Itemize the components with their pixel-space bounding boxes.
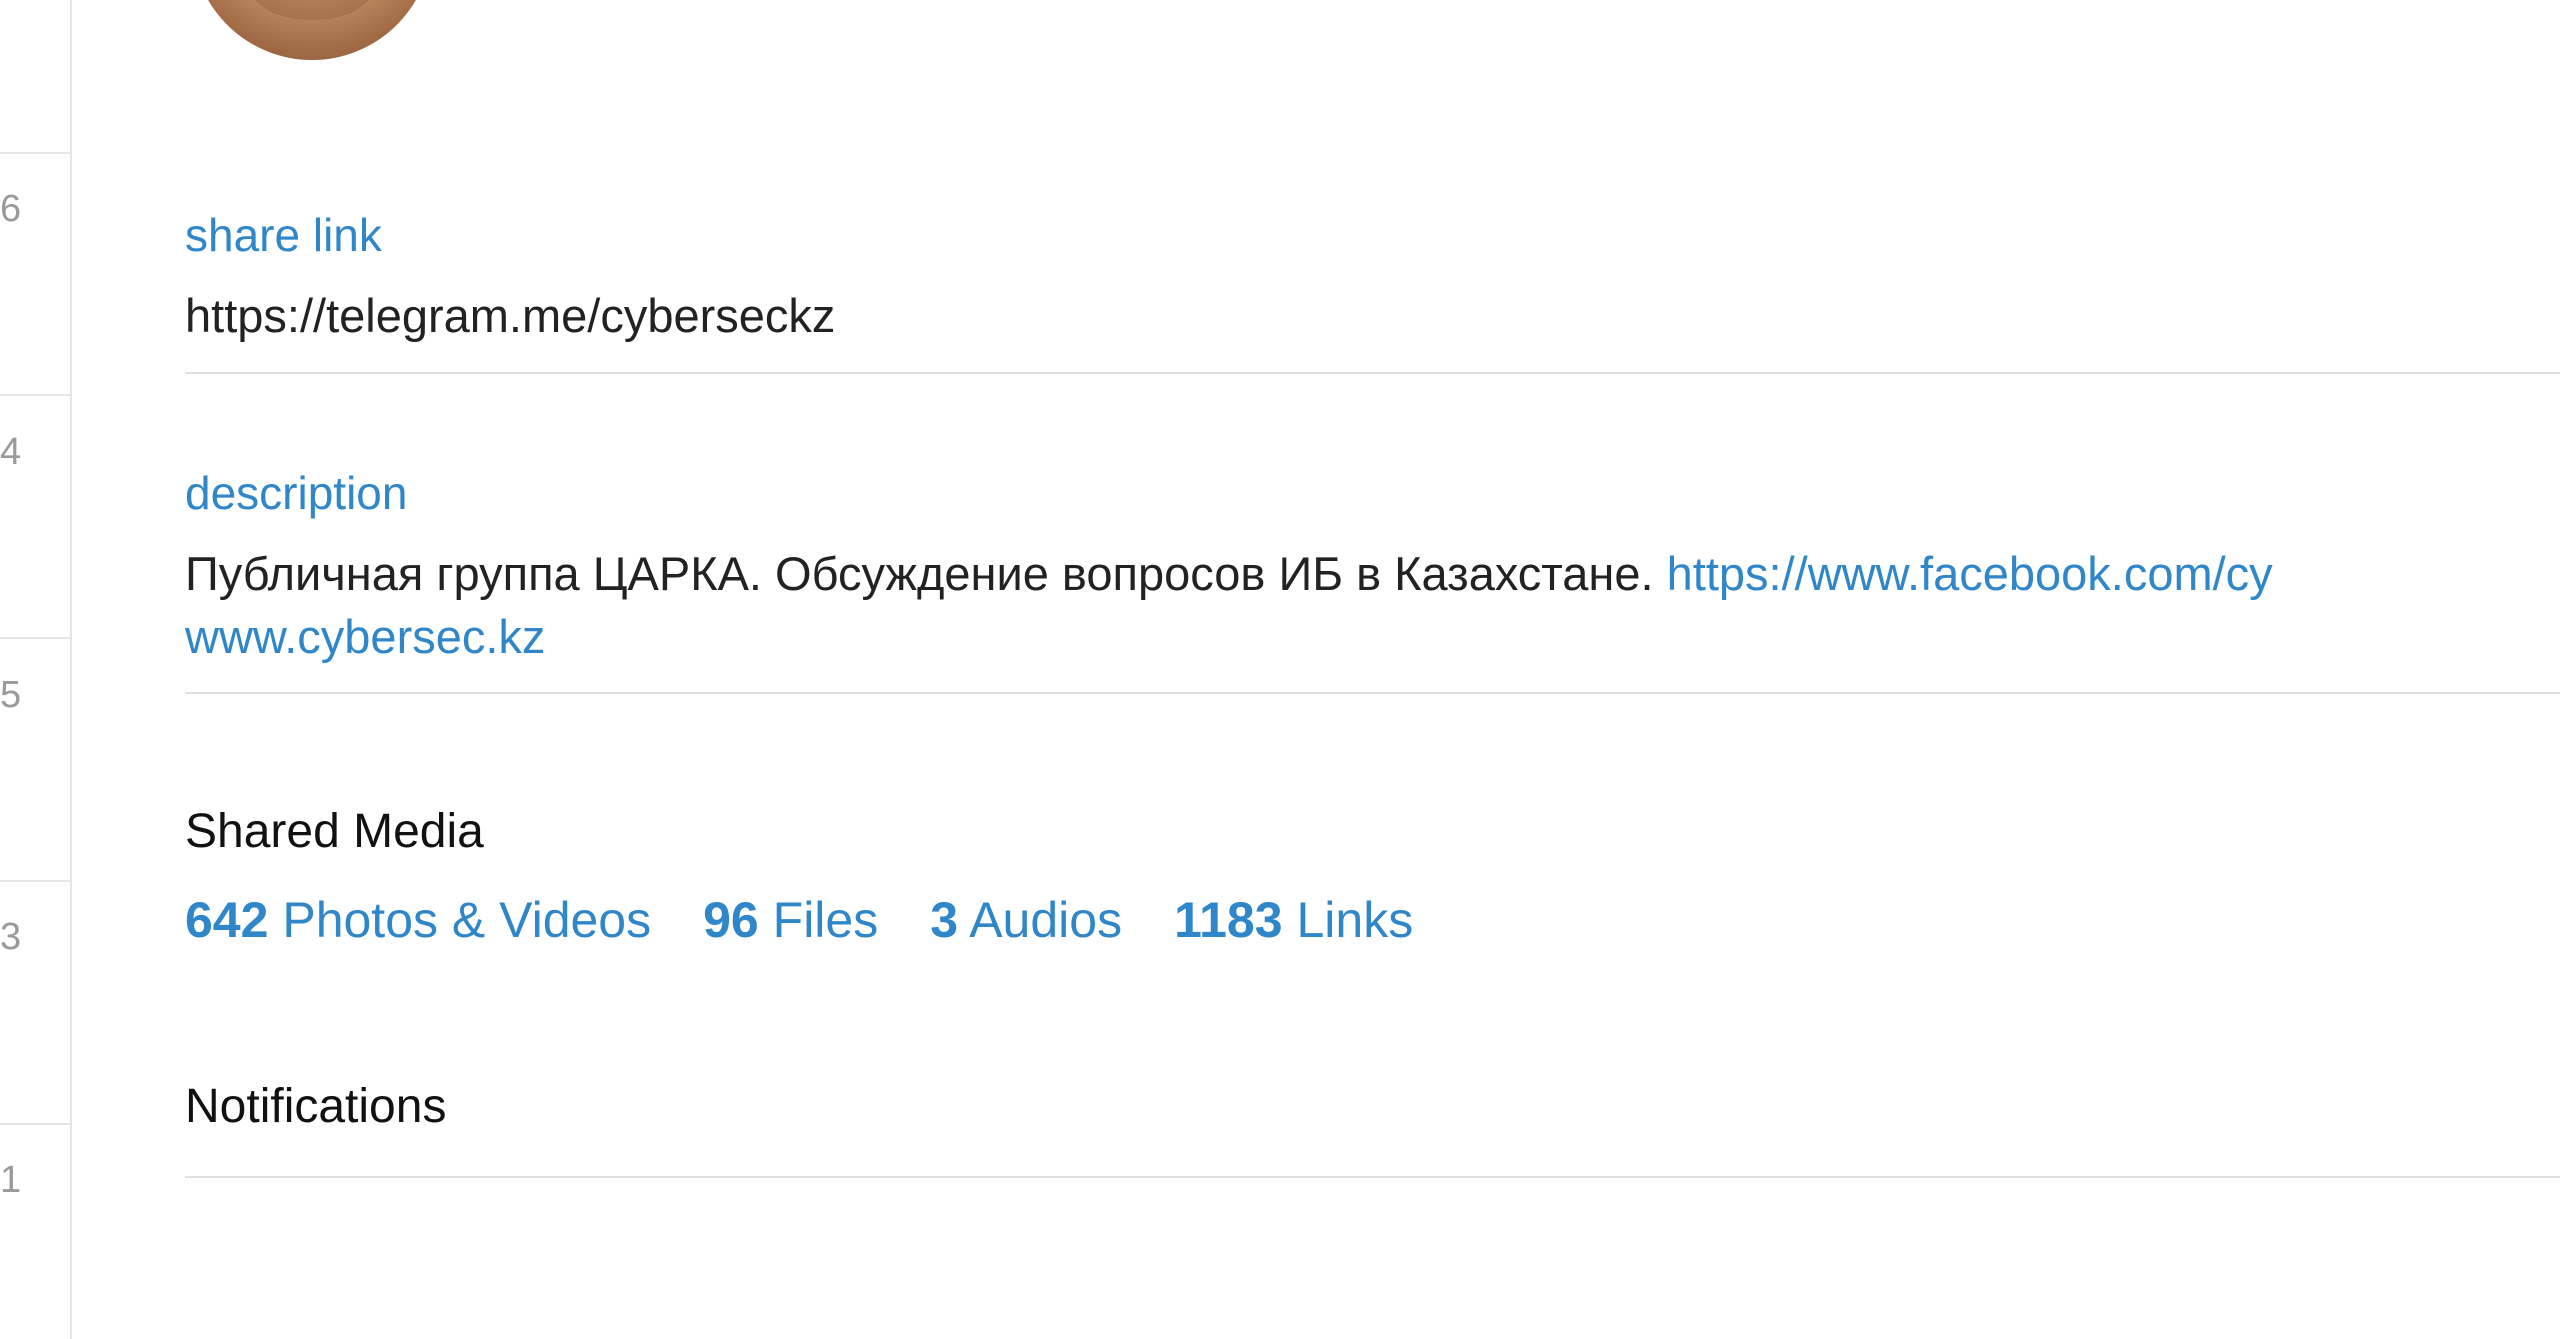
links-label: Links: [1296, 892, 1414, 948]
links-link[interactable]: 1183 Links: [1174, 895, 1413, 945]
share-link-value[interactable]: https://telegram.me/cyberseckz: [185, 292, 835, 339]
audios-count: 3: [930, 892, 959, 948]
channel-info-content: share link https://telegram.me/cyberseck…: [185, 0, 2560, 1339]
chat-list-divider: [0, 394, 70, 396]
links-count: 1183: [1174, 892, 1283, 948]
files-label: Files: [772, 892, 879, 948]
chat-unread-count[interactable]: 1: [0, 1161, 21, 1199]
chat-unread-count[interactable]: 3: [0, 918, 21, 956]
section-divider: [185, 1176, 2560, 1178]
audios-label: Audios: [969, 892, 1123, 948]
files-link[interactable]: 96 Files: [703, 895, 878, 945]
notifications-heading[interactable]: Notifications: [185, 1083, 446, 1131]
shared-media-heading: Shared Media: [185, 805, 484, 858]
chat-unread-count[interactable]: 5: [0, 676, 21, 714]
description-text-line: Публичная группа ЦАРКА. Обсуждение вопро…: [185, 550, 2273, 597]
share-link-label: share link: [185, 209, 382, 261]
chat-list-divider: [0, 637, 70, 639]
section-divider: [185, 372, 2560, 374]
chat-unread-count[interactable]: 6: [0, 190, 21, 228]
description-text: Публичная группа ЦАРКА. Обсуждение вопро…: [185, 547, 1667, 600]
chat-list-divider: [0, 152, 70, 154]
photos-videos-count: 642: [185, 892, 269, 948]
chat-list-divider: [0, 880, 70, 882]
audios-link[interactable]: 3 Audios: [930, 895, 1122, 945]
shared-media-row: 642 Photos & Videos 96 Files 3 Audios 11…: [185, 895, 1465, 945]
chat-unread-count[interactable]: 4: [0, 433, 21, 471]
channel-info-page: 6 4 5 3 1 share link https://telegram.me…: [0, 0, 2560, 1339]
description-link-line: www.cybersec.kz: [185, 613, 545, 660]
facebook-link[interactable]: https://www.facebook.com/cy: [1667, 547, 2273, 600]
description-label: description: [185, 467, 408, 519]
chat-list-divider: [0, 1123, 70, 1125]
files-count: 96: [703, 892, 759, 948]
website-link[interactable]: www.cybersec.kz: [185, 610, 545, 663]
photos-videos-label: Photos & Videos: [282, 892, 652, 948]
photos-videos-link[interactable]: 642 Photos & Videos: [185, 895, 651, 945]
section-divider: [185, 692, 2560, 694]
chat-list-strip: 6 4 5 3 1: [0, 0, 72, 1339]
